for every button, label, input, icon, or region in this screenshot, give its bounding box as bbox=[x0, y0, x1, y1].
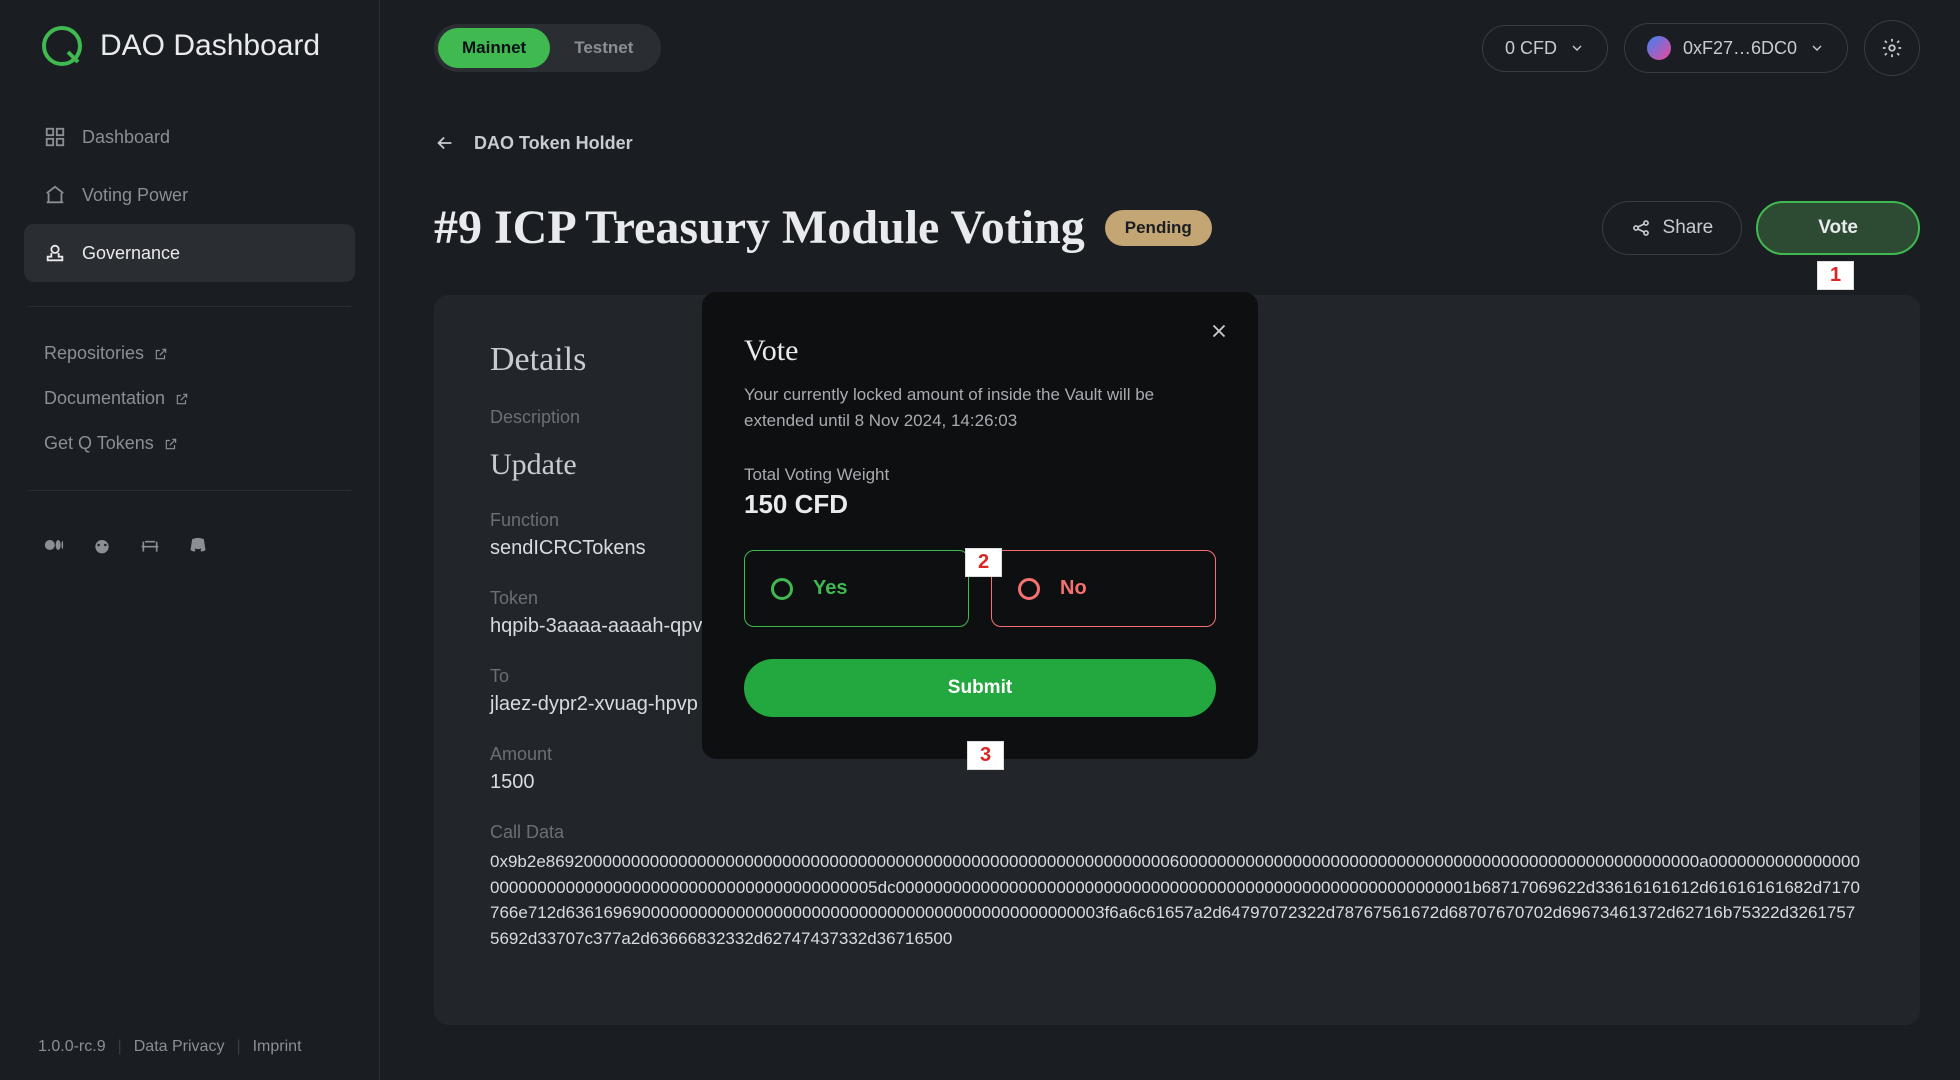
vote-option-no[interactable]: No bbox=[991, 550, 1216, 627]
radio-icon bbox=[771, 578, 793, 600]
vote-option-yes[interactable]: Yes bbox=[744, 550, 969, 627]
yes-label: Yes bbox=[813, 577, 847, 600]
marker-3: 3 bbox=[967, 741, 1004, 770]
modal-overlay: Vote Your currently locked amount of ins… bbox=[0, 0, 1960, 1080]
weight-label: Total Voting Weight bbox=[744, 465, 1216, 485]
marker-1: 1 bbox=[1817, 261, 1854, 290]
modal-subtitle: Your currently locked amount of inside t… bbox=[744, 382, 1216, 433]
modal-title: Vote bbox=[744, 334, 1216, 368]
submit-button[interactable]: Submit bbox=[744, 659, 1216, 717]
weight-value: 150 CFD bbox=[744, 489, 1216, 520]
no-label: No bbox=[1060, 577, 1087, 600]
radio-icon bbox=[1018, 578, 1040, 600]
marker-2: 2 bbox=[965, 548, 1002, 577]
close-icon[interactable] bbox=[1208, 320, 1230, 342]
vote-modal: Vote Your currently locked amount of ins… bbox=[702, 292, 1258, 759]
